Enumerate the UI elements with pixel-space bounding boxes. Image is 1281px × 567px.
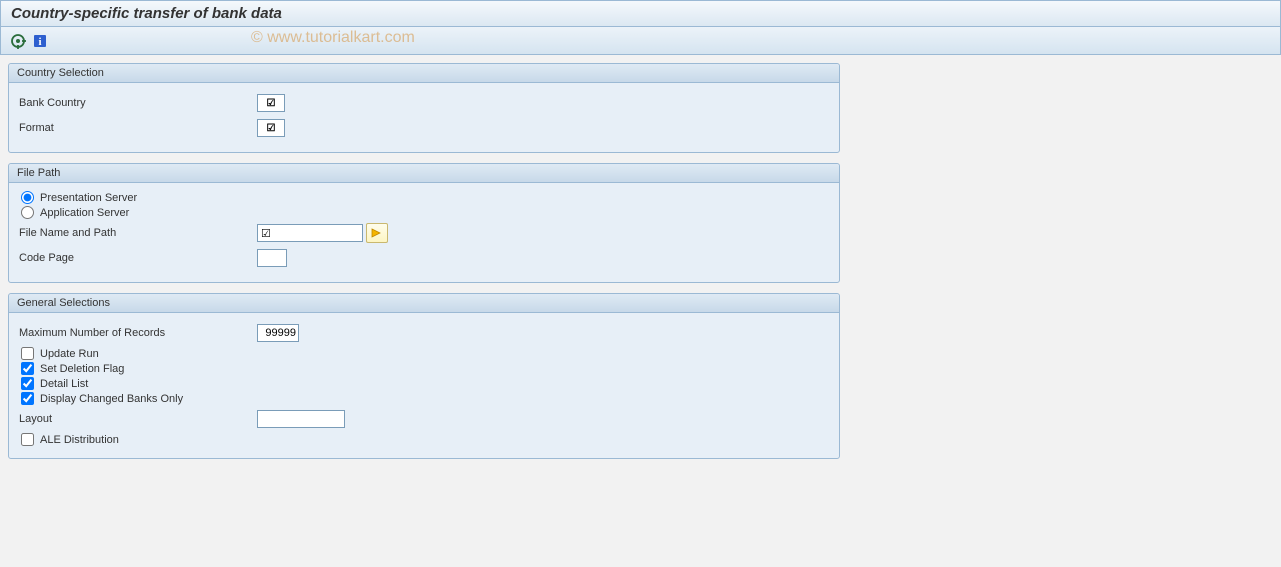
input-layout[interactable] xyxy=(257,410,345,428)
row-code-page: Code Page xyxy=(17,247,831,269)
row-max-records: Maximum Number of Records xyxy=(17,322,831,344)
label-update-run: Update Run xyxy=(38,348,99,360)
row-layout: Layout xyxy=(17,408,831,430)
label-display-changed: Display Changed Banks Only xyxy=(38,393,183,405)
row-bank-country: Bank Country xyxy=(17,92,831,114)
label-format: Format xyxy=(17,122,257,134)
checkbox-display-changed[interactable] xyxy=(21,392,34,405)
group-file-path: File Path Presentation Server Applicatio… xyxy=(8,163,840,283)
execute-icon[interactable] xyxy=(9,32,27,50)
radio-application-server[interactable]: Application Server xyxy=(17,206,831,219)
checkbox-set-deletion[interactable] xyxy=(21,362,34,375)
toolbar: i © www.tutorialkart.com xyxy=(0,27,1281,55)
check-display-changed[interactable]: Display Changed Banks Only xyxy=(17,392,831,405)
label-set-deletion: Set Deletion Flag xyxy=(38,363,124,375)
watermark: © www.tutorialkart.com xyxy=(251,29,415,47)
input-bank-country[interactable] xyxy=(257,94,285,112)
check-set-deletion[interactable]: Set Deletion Flag xyxy=(17,362,831,375)
input-file-name[interactable] xyxy=(257,224,363,242)
radio-application-input[interactable] xyxy=(21,206,34,219)
label-detail-list: Detail List xyxy=(38,378,88,390)
checkbox-detail-list[interactable] xyxy=(21,377,34,390)
content-area: Country Selection Bank Country Format Fi… xyxy=(0,55,1281,477)
check-ale[interactable]: ALE Distribution xyxy=(17,433,831,446)
label-layout: Layout xyxy=(17,413,257,425)
label-bank-country: Bank Country xyxy=(17,97,257,109)
label-application-server: Application Server xyxy=(38,207,129,219)
label-ale: ALE Distribution xyxy=(38,434,119,446)
label-presentation-server: Presentation Server xyxy=(38,192,137,204)
group-country-selection: Country Selection Bank Country Format xyxy=(8,63,840,153)
multiple-selection-button[interactable] xyxy=(366,223,388,243)
page-title: Country-specific transfer of bank data xyxy=(11,5,282,22)
checkbox-ale[interactable] xyxy=(21,433,34,446)
group-header-general: General Selections xyxy=(9,294,839,313)
input-max-records[interactable] xyxy=(257,324,299,342)
row-file-name: File Name and Path xyxy=(17,222,831,244)
input-code-page[interactable] xyxy=(257,249,287,267)
radio-presentation-input[interactable] xyxy=(21,191,34,204)
label-max-records: Maximum Number of Records xyxy=(17,327,257,339)
info-icon[interactable]: i xyxy=(31,32,49,50)
title-bar: Country-specific transfer of bank data xyxy=(0,0,1281,27)
radio-presentation-server[interactable]: Presentation Server xyxy=(17,191,831,204)
check-update-run[interactable]: Update Run xyxy=(17,347,831,360)
input-format[interactable] xyxy=(257,119,285,137)
label-file-name: File Name and Path xyxy=(17,227,257,239)
group-general-selections: General Selections Maximum Number of Rec… xyxy=(8,293,840,459)
check-detail-list[interactable]: Detail List xyxy=(17,377,831,390)
row-format: Format xyxy=(17,117,831,139)
checkbox-update-run[interactable] xyxy=(21,347,34,360)
svg-text:i: i xyxy=(38,36,41,48)
group-header-file: File Path xyxy=(9,164,839,183)
label-code-page: Code Page xyxy=(17,252,257,264)
group-header-country: Country Selection xyxy=(9,64,839,83)
